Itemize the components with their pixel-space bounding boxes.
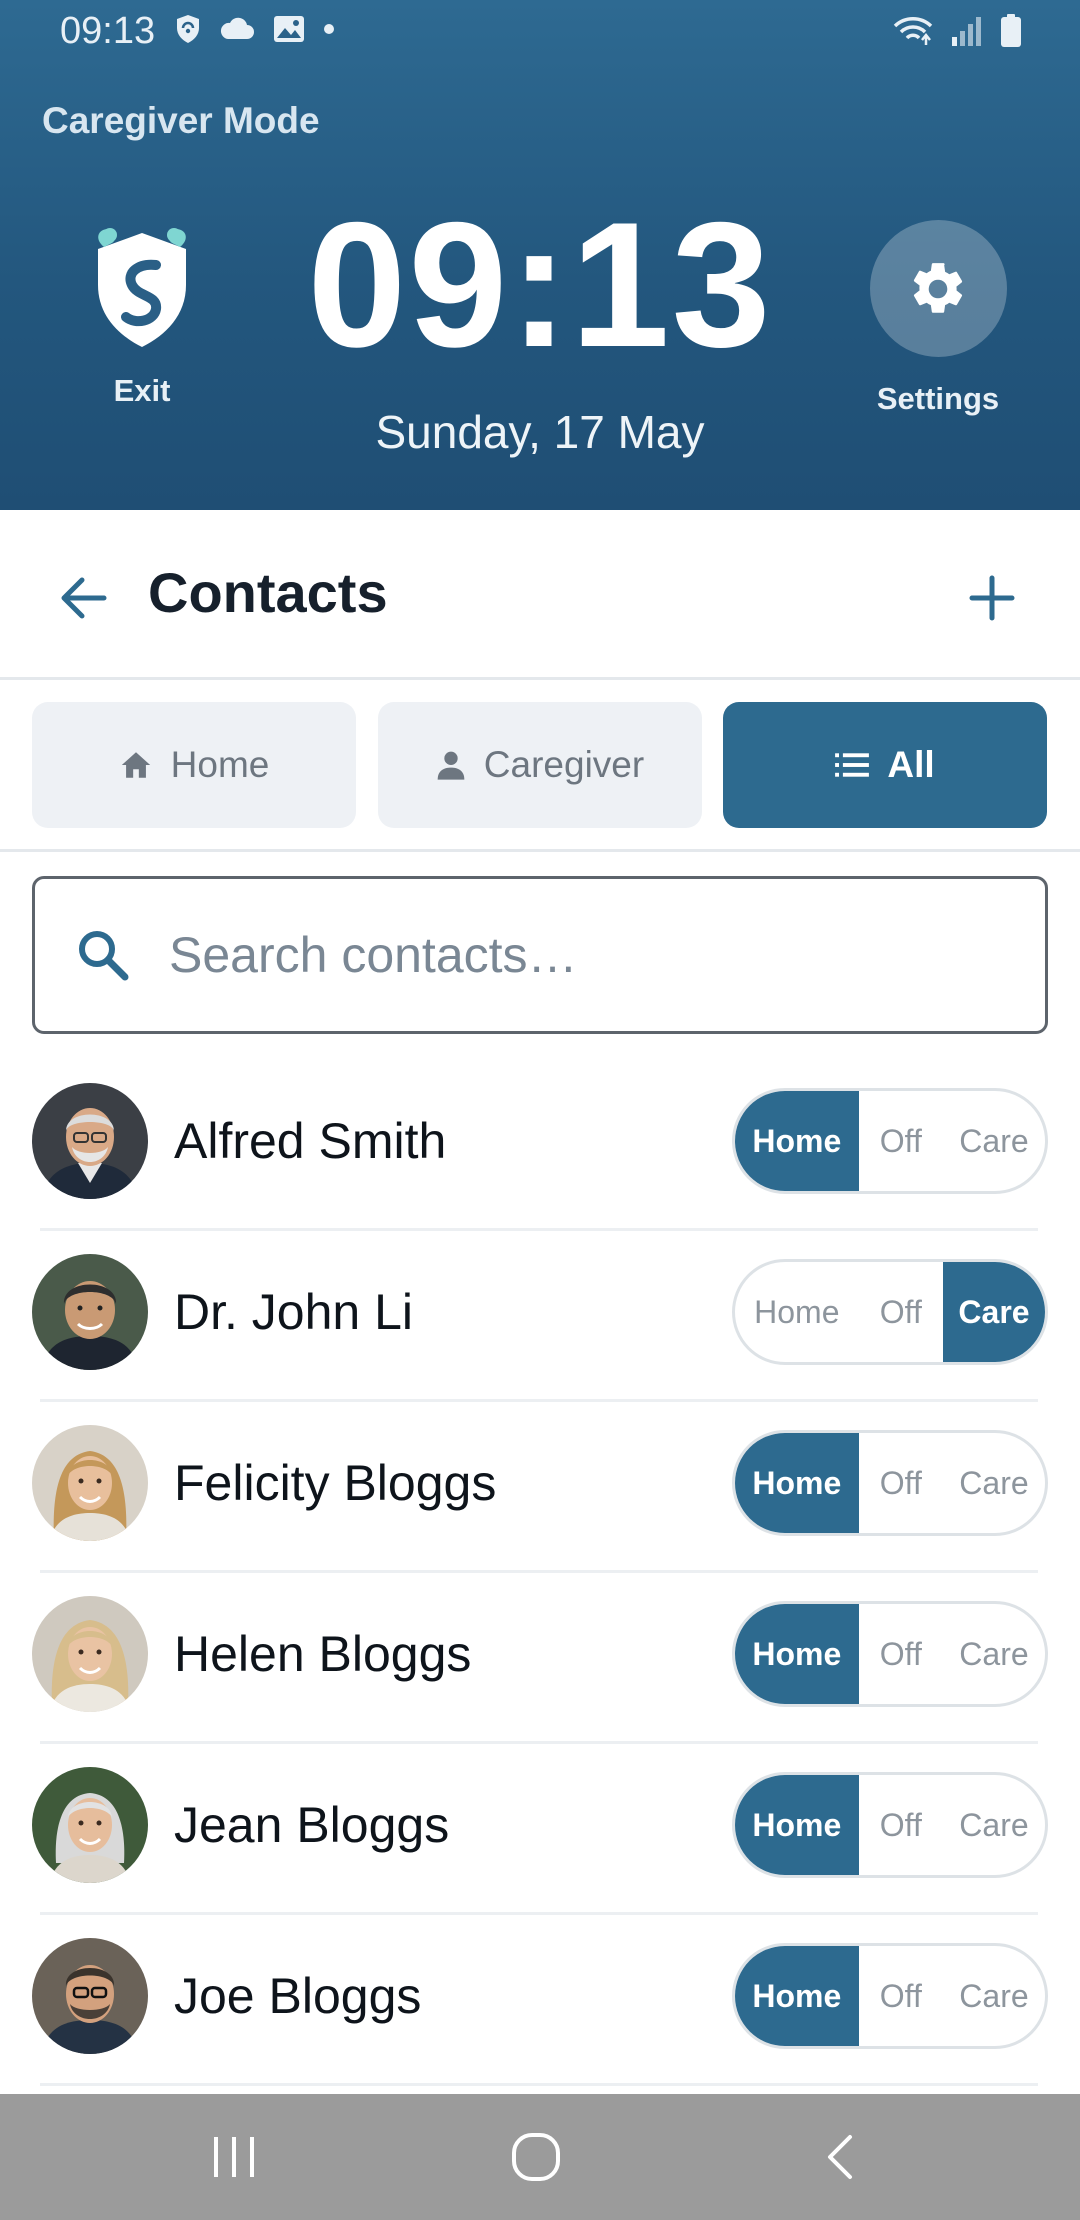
battery-icon (1001, 14, 1021, 47)
row-divider (40, 2083, 1038, 2086)
avatar (32, 1938, 148, 2054)
search-input[interactable] (169, 909, 1019, 1001)
gallery-icon (274, 16, 304, 42)
mode-home-option[interactable]: Home (735, 1433, 859, 1533)
arrow-left-icon (61, 577, 107, 619)
mode-toggle: Home Off Care (732, 1943, 1048, 2049)
contact-name: Joe Bloggs (174, 1968, 422, 2024)
list-icon (835, 753, 870, 777)
contact-list: Alfred Smith Home Off Care Dr. John Li H… (0, 1060, 1080, 2086)
home-icon (121, 752, 150, 778)
contact-row[interactable]: Joe Bloggs Home Off Care (0, 1915, 1080, 2086)
contact-name: Alfred Smith (174, 1113, 447, 1169)
contact-name: Jean Bloggs (174, 1797, 450, 1853)
recents-icon (214, 2137, 254, 2177)
tab-all-label: All (887, 744, 935, 785)
search-icon (79, 931, 129, 981)
app-logo-icon (98, 228, 186, 347)
mode-off-option[interactable]: Off (859, 1091, 943, 1191)
plus-icon (969, 575, 1015, 621)
mode-care-option[interactable]: Care (943, 1433, 1045, 1533)
home-nav-button[interactable] (496, 2122, 576, 2192)
app-header: 09:13 Caregiver Mode Exit 09:13 Sunday, … (0, 0, 1080, 510)
mode-off-option[interactable]: Off (859, 1775, 943, 1875)
mode-off-option[interactable]: Off (859, 1433, 943, 1533)
wifi-icon (893, 17, 933, 45)
mode-care-option[interactable]: Care (943, 1604, 1045, 1704)
clock-display: 09:13 (307, 185, 773, 384)
exit-button[interactable]: Exit (82, 225, 202, 425)
status-icons-right (892, 14, 1022, 48)
mode-toggle: Home Off Care (732, 1430, 1048, 1536)
tab-all[interactable]: All (723, 702, 1047, 828)
caregiver-mode-label: Caregiver Mode (42, 100, 320, 141)
search-box (32, 876, 1048, 1034)
mode-home-option[interactable]: Home (735, 1946, 859, 2046)
recents-button[interactable] (194, 2122, 274, 2192)
mode-home-option[interactable]: Home (735, 1775, 859, 1875)
tab-home[interactable]: Home (32, 702, 356, 828)
mode-toggle: Home Off Care (732, 1601, 1048, 1707)
status-bar: 09:13 (0, 0, 1080, 66)
contact-name: Dr. John Li (174, 1284, 414, 1340)
mode-care-option[interactable]: Care (943, 1091, 1045, 1191)
add-contact-button[interactable] (960, 566, 1024, 630)
back-button[interactable] (52, 566, 116, 630)
date-display: Sunday, 17 May (375, 406, 705, 458)
status-icons-left (175, 14, 335, 44)
mode-care-option[interactable]: Care (943, 1775, 1045, 1875)
mode-toggle: Home Off Care (732, 1259, 1048, 1365)
tab-caregiver-label: Caregiver (483, 744, 645, 785)
mode-home-option[interactable]: Home (735, 1262, 859, 1362)
settings-label: Settings (876, 381, 1000, 416)
signal-icon (952, 17, 981, 46)
mode-off-option[interactable]: Off (859, 1604, 943, 1704)
settings-button[interactable]: Settings (868, 220, 1008, 420)
mode-care-option[interactable]: Care (943, 1946, 1045, 2046)
mode-care-option[interactable]: Care (942, 1262, 1045, 1362)
status-time: 09:13 (60, 10, 156, 52)
mode-off-option[interactable]: Off (859, 1946, 943, 2046)
tab-home-label: Home (170, 744, 270, 785)
mode-toggle: Home Off Care (732, 1088, 1048, 1194)
contact-row[interactable]: Alfred Smith Home Off Care (0, 1060, 1080, 1231)
exit-label: Exit (113, 373, 171, 408)
avatar (32, 1254, 148, 1370)
avatar (32, 1767, 148, 1883)
contact-row[interactable]: Helen Bloggs Home Off Care (0, 1573, 1080, 1744)
contact-row[interactable]: Felicity Bloggs Home Off Care (0, 1402, 1080, 1573)
contact-name: Felicity Bloggs (174, 1455, 497, 1511)
tab-caregiver[interactable]: Caregiver (378, 702, 702, 828)
filter-tabs: Home Caregiver All (0, 682, 1080, 852)
system-nav-bar (0, 2094, 1080, 2220)
settings-circle (869, 220, 1007, 357)
avatar (32, 1596, 148, 1712)
back-nav-button[interactable] (800, 2122, 880, 2192)
contact-row[interactable]: Jean Bloggs Home Off Care (0, 1744, 1080, 1915)
back-chevron-icon (828, 2135, 852, 2179)
mode-home-option[interactable]: Home (735, 1604, 859, 1704)
page-title: Contacts (148, 561, 388, 624)
contacts-toolbar: Contacts (0, 510, 1080, 680)
avatar (32, 1083, 148, 1199)
vpn-shield-icon (177, 15, 199, 43)
mode-toggle: Home Off Care (732, 1772, 1048, 1878)
mode-off-option[interactable]: Off (859, 1262, 943, 1362)
mode-home-option[interactable]: Home (735, 1091, 859, 1191)
dot-icon (324, 24, 334, 34)
gear-icon (913, 262, 963, 313)
person-icon (437, 751, 465, 780)
home-circle-icon (512, 2133, 560, 2181)
contact-row[interactable]: Dr. John Li Home Off Care (0, 1231, 1080, 1402)
cloud-icon (220, 17, 254, 39)
avatar (32, 1425, 148, 1541)
contact-name: Helen Bloggs (174, 1626, 472, 1682)
